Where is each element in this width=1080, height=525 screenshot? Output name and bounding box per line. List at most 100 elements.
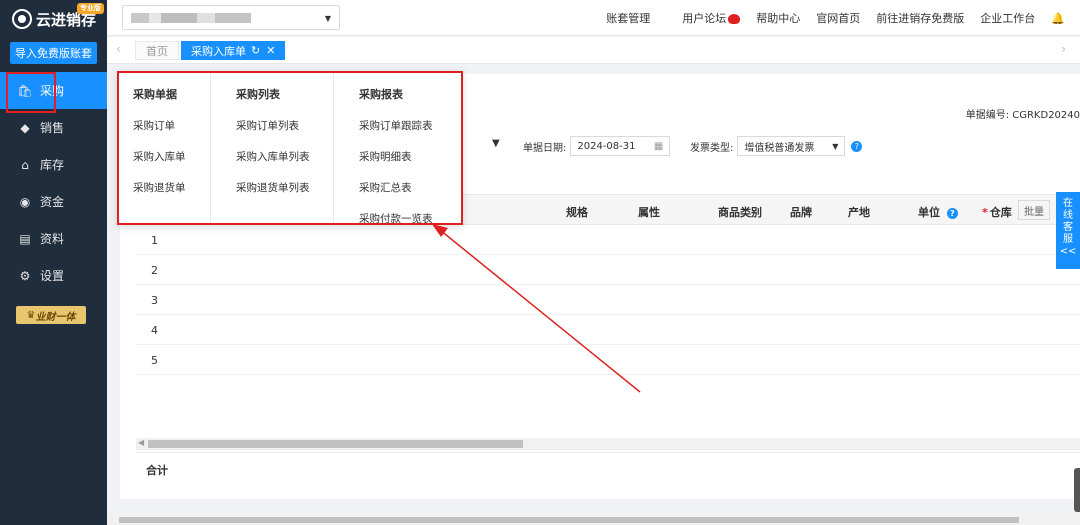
sidebar-item-inventory[interactable]: ⌂ 库存 xyxy=(0,146,107,183)
sidebar-item-sales[interactable]: ◆ 销售 xyxy=(0,109,107,146)
service-char: 线 xyxy=(1063,210,1073,221)
row-number: 4 xyxy=(151,324,158,337)
service-char: 在 xyxy=(1063,198,1073,209)
sidebar-item-data[interactable]: ▤ 资料 xyxy=(0,220,107,257)
tabs-bar: ‹ 首页 采购入库单 ↻ ✕ › xyxy=(107,37,1080,64)
col-brand: 品牌 xyxy=(790,206,812,219)
menu-item-purchase-order[interactable]: 采购订单 xyxy=(133,118,210,133)
menu-item-purchase-return[interactable]: 采购退货单 xyxy=(133,180,210,195)
link-help-center[interactable]: 帮助中心 xyxy=(756,10,800,26)
scrollbar-thumb[interactable] xyxy=(119,517,1019,523)
tab-home[interactable]: 首页 xyxy=(135,41,179,60)
sidebar-item-label: 设置 xyxy=(40,269,65,283)
sidebar-item-purchase[interactable]: 🛍 采购 xyxy=(0,72,107,113)
invoice-label: 发票类型: xyxy=(690,142,734,154)
account-select[interactable]: ▼ xyxy=(122,5,340,30)
total-row: 合计 xyxy=(136,452,1080,482)
doc-number: 单据编号: CGRKD20240 xyxy=(965,110,1080,121)
scroll-left-icon[interactable]: ◀ xyxy=(138,438,144,447)
logo-icon xyxy=(12,9,32,29)
date-field-group: 单据日期: 2024-08-31 ▦ xyxy=(523,136,671,156)
refresh-icon[interactable]: ↻ xyxy=(251,44,260,57)
table-row[interactable]: 4 xyxy=(136,315,1080,345)
menu-item-purchase-receipt-list[interactable]: 采购入库单列表 xyxy=(236,149,333,164)
table-row[interactable]: 1 xyxy=(136,225,1080,255)
supplier-dropdown-caret[interactable]: ▼ xyxy=(492,138,500,149)
menu-item-payment-overview[interactable]: 采购付款一览表 xyxy=(359,211,461,226)
menu-header: 采购列表 xyxy=(236,88,280,101)
menu-item-purchase-receipt[interactable]: 采购入库单 xyxy=(133,149,210,164)
collapse-icon: << xyxy=(1059,246,1077,257)
col-unit: 单位 ? xyxy=(918,204,958,220)
menu-item-purchase-order-list[interactable]: 采购订单列表 xyxy=(236,118,333,133)
col-unit-label: 单位 xyxy=(918,206,940,219)
grid-horizontal-scrollbar[interactable]: ◀ xyxy=(136,438,1080,450)
menu-item-purchase-summary[interactable]: 采购汇总表 xyxy=(359,180,461,195)
link-user-forum[interactable]: 用户论坛 xyxy=(666,10,741,26)
menu-item-purchase-return-list[interactable]: 采购退货单列表 xyxy=(236,180,333,195)
sidebar-item-label: 销售 xyxy=(40,121,65,135)
date-input[interactable]: 2024-08-31 ▦ xyxy=(570,136,671,156)
link-workbench[interactable]: 企业工作台 xyxy=(980,10,1035,26)
vip-badge[interactable]: ♛ 业财一体 xyxy=(16,306,86,324)
close-icon[interactable]: ✕ xyxy=(266,44,275,57)
purchase-submenu: 采购单据 采购订单 采购入库单 采购退货单 采购列表 采购订单列表 采购入库单列… xyxy=(117,71,463,225)
col-warehouse-label: 仓库 xyxy=(989,206,1012,219)
hot-icon xyxy=(728,14,741,24)
menu-column-documents: 采购单据 采购订单 采购入库单 采购退货单 xyxy=(119,73,211,223)
invoice-type-select[interactable]: 增值税普通发票 ▼ xyxy=(737,136,846,156)
sidebar-item-label: 采购 xyxy=(40,84,65,98)
bell-icon[interactable]: 🔔 xyxy=(1051,12,1065,25)
batch-button[interactable]: 批量 xyxy=(1018,200,1050,220)
tabs-scroll-right-icon[interactable]: › xyxy=(1061,42,1066,56)
account-name-blurred xyxy=(131,13,251,23)
tabs-scroll-left-icon[interactable]: ‹ xyxy=(116,42,121,56)
menu-item-order-tracking[interactable]: 采购订单跟踪表 xyxy=(359,118,461,133)
table-row[interactable]: 5 xyxy=(136,345,1080,375)
bag-icon: 🛍 xyxy=(17,83,33,98)
caret-down-icon: ▼ xyxy=(324,14,331,23)
menu-header: 采购报表 xyxy=(359,88,403,101)
sidebar-nav: 🛍 采购 ◆ 销售 ⌂ 库存 ◉ 资金 ▤ 资料 ⚙ 设置 xyxy=(0,72,107,294)
link-account-management[interactable]: 账套管理 xyxy=(606,10,650,26)
scrollbar-thumb[interactable] xyxy=(148,440,523,448)
table-row[interactable]: 2 xyxy=(136,255,1080,285)
link-free-edition[interactable]: 前往进销存免费版 xyxy=(876,10,964,26)
sidebar-item-funds[interactable]: ◉ 资金 xyxy=(0,183,107,220)
row-number: 1 xyxy=(151,234,158,247)
col-origin: 产地 xyxy=(848,206,870,219)
folder-icon: ▤ xyxy=(19,231,31,246)
date-value: 2024-08-31 xyxy=(577,140,636,152)
app-logo[interactable]: 云进销存 专业版 xyxy=(0,0,107,38)
col-warehouse: * 仓库 xyxy=(982,204,1012,220)
sidebar-item-settings[interactable]: ⚙ 设置 xyxy=(0,257,107,294)
menu-column-reports: 采购报表 采购订单跟踪表 采购明细表 采购汇总表 采购付款一览表 xyxy=(334,73,461,226)
table-row[interactable]: 3 xyxy=(136,285,1080,315)
invoice-field-group: 发票类型: 增值税普通发票 ▼ ? xyxy=(690,136,863,156)
row-number: 5 xyxy=(151,354,158,367)
edition-badge: 专业版 xyxy=(77,3,104,14)
invoice-value: 增值税普通发票 xyxy=(744,142,815,154)
menu-item-purchase-detail[interactable]: 采购明细表 xyxy=(359,149,461,164)
side-grip-handle[interactable] xyxy=(1074,468,1080,512)
sidebar-item-label: 库存 xyxy=(40,158,65,172)
gear-icon: ⚙ xyxy=(19,268,31,283)
link-official-home[interactable]: 官网首页 xyxy=(816,10,860,26)
help-icon[interactable]: ? xyxy=(851,140,863,152)
sales-icon: ◆ xyxy=(20,120,30,135)
import-free-account-button[interactable]: 导入免费版账套 xyxy=(10,42,97,64)
service-char: 服 xyxy=(1063,234,1073,245)
link-user-forum-label: 用户论坛 xyxy=(682,12,727,25)
help-icon[interactable]: ? xyxy=(946,208,958,219)
required-mark: * xyxy=(982,206,988,219)
sidebar: 云进销存 专业版 导入免费版账套 🛍 采购 ◆ 销售 ⌂ 库存 ◉ 资金 ▤ 资… xyxy=(0,0,107,525)
caret-down-icon: ▼ xyxy=(832,141,839,151)
col-category: 商品类别 xyxy=(718,206,762,219)
page-horizontal-scrollbar[interactable] xyxy=(107,515,1080,525)
money-icon: ◉ xyxy=(19,194,31,209)
online-service-tab[interactable]: 在 线 客 服 << xyxy=(1056,192,1080,269)
sidebar-item-label: 资料 xyxy=(40,232,65,246)
sidebar-item-label: 资金 xyxy=(40,195,65,209)
tab-label: 采购入库单 xyxy=(191,44,246,58)
tab-purchase-receipt[interactable]: 采购入库单 ↻ ✕ xyxy=(181,41,286,60)
